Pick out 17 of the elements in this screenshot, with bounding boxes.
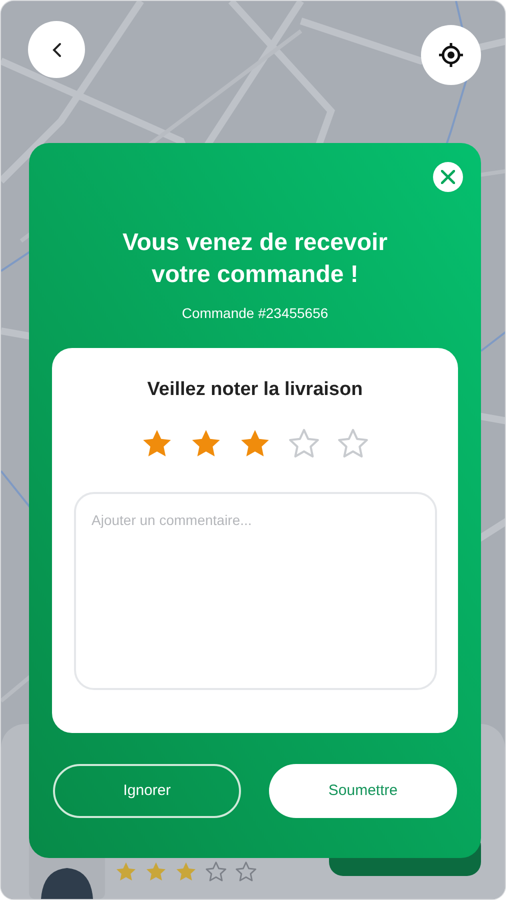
ignore-button[interactable]: Ignorer: [53, 764, 241, 818]
star-outline-icon: [235, 861, 257, 883]
close-icon: [441, 170, 455, 184]
chevron-left-icon: [52, 42, 62, 58]
crosshair-icon: [438, 42, 464, 68]
star-outline-icon: [205, 861, 227, 883]
order-number: Commande #23455656: [182, 304, 328, 323]
comment-field[interactable]: Ajouter un commentaire...: [74, 492, 436, 690]
close-button[interactable]: [433, 162, 463, 192]
rating-prompt: Veillez noter la livraison: [147, 378, 363, 402]
star-outline-icon: [288, 428, 320, 460]
star-filled-icon: [145, 861, 167, 883]
star-filled-icon: [115, 861, 137, 883]
submit-button[interactable]: Soumettre: [269, 764, 457, 818]
star-filled-icon: [175, 861, 197, 883]
star-outline-icon: [337, 428, 369, 460]
dialog-title: Vous venez de recevoir votre commande !: [121, 228, 388, 290]
